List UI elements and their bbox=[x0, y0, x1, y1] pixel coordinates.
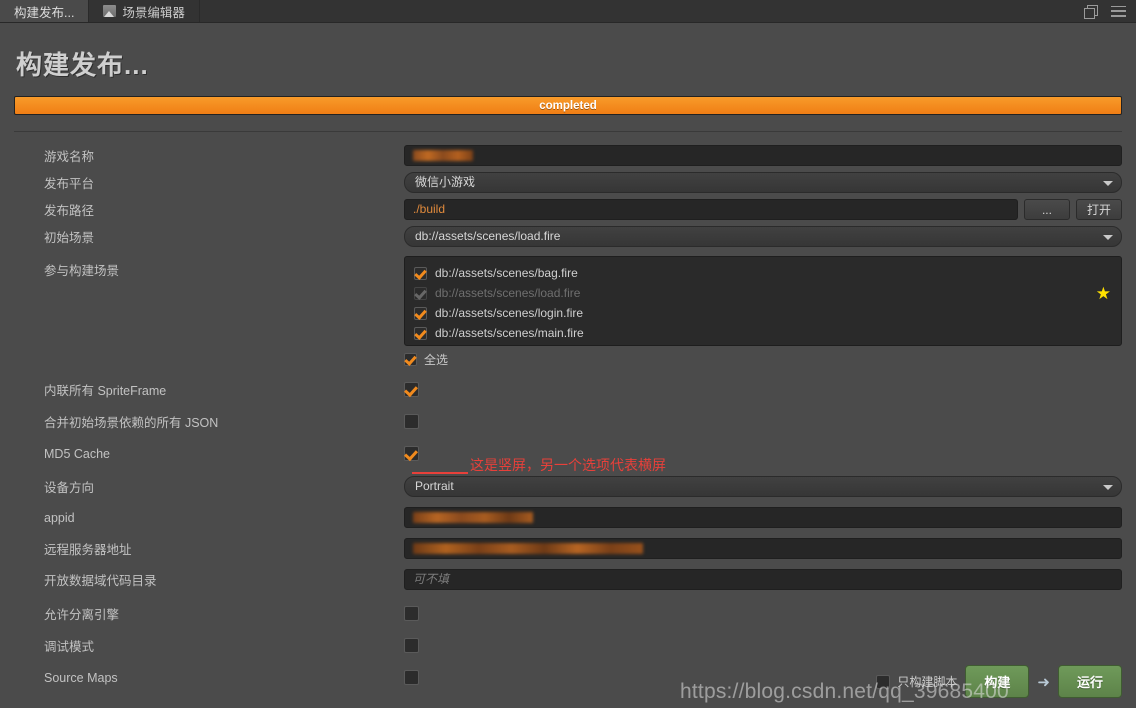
window-controls bbox=[1084, 0, 1136, 22]
select-all-row[interactable]: 全选 bbox=[404, 351, 1122, 368]
list-item[interactable]: db://assets/scenes/main.fire bbox=[405, 323, 1121, 343]
scene-checkbox[interactable] bbox=[414, 266, 427, 280]
initial-scene-value: db://assets/scenes/load.fire bbox=[415, 229, 561, 243]
chevron-down-icon bbox=[1103, 180, 1113, 186]
orientation-select[interactable]: Portrait bbox=[404, 476, 1122, 497]
scene-editor-icon bbox=[103, 5, 117, 17]
row-md5-cache: MD5 Cache bbox=[14, 440, 1122, 467]
row-merge-json: 合并初始场景依赖的所有 JSON bbox=[14, 408, 1122, 435]
game-name-redacted-value bbox=[413, 150, 473, 162]
label-open-data-dir: 开放数据域代码目录 bbox=[44, 574, 157, 588]
inline-spriteframe-checkbox[interactable] bbox=[404, 382, 419, 397]
page-body: 构建发布... completed 游戏名称 发布平台 微信小游戏 发布路径 .… bbox=[0, 23, 1136, 691]
select-all-label: 全选 bbox=[424, 353, 449, 367]
publish-path-input[interactable]: ./build bbox=[404, 199, 1018, 220]
label-remote-server: 远程服务器地址 bbox=[44, 543, 132, 557]
scene-path: db://assets/scenes/load.fire bbox=[435, 286, 581, 300]
only-build-script-row[interactable]: 只构建脚本 bbox=[876, 673, 957, 690]
row-game-name: 游戏名称 bbox=[14, 142, 1122, 169]
label-game-name: 游戏名称 bbox=[44, 150, 95, 164]
row-debug-mode: 调试模式 bbox=[14, 632, 1122, 659]
label-inline-spriteframe: 内联所有 SpriteFrame bbox=[44, 384, 167, 398]
tab-scene-editor-label: 场景编辑器 bbox=[122, 5, 185, 20]
md5-cache-checkbox[interactable] bbox=[404, 446, 419, 461]
open-path-button[interactable]: 打开 bbox=[1075, 199, 1122, 220]
label-build-scenes: 参与构建场景 bbox=[44, 264, 120, 278]
open-data-dir-placeholder: 可不填 bbox=[413, 572, 450, 586]
initial-scene-star-icon: ★ bbox=[1095, 283, 1111, 303]
initial-scene-select[interactable]: db://assets/scenes/load.fire bbox=[404, 226, 1122, 247]
chevron-down-icon bbox=[1103, 484, 1113, 490]
row-remote-server: 远程服务器地址 bbox=[14, 535, 1122, 562]
row-appid: appid bbox=[14, 504, 1122, 531]
row-publish-path: 发布路径 ./build ... 打开 bbox=[14, 196, 1122, 223]
scene-path: db://assets/scenes/login.fire bbox=[435, 306, 584, 320]
tab-scene-editor[interactable]: 场景编辑器 bbox=[89, 0, 200, 22]
page-title: 构建发布... bbox=[16, 50, 149, 80]
row-open-data-dir: 开放数据域代码目录 可不填 bbox=[14, 566, 1122, 593]
section-divider bbox=[14, 131, 1122, 132]
build-progress-label: completed bbox=[539, 99, 597, 112]
scene-checkbox[interactable] bbox=[414, 306, 427, 320]
row-inline-spriteframe: 内联所有 SpriteFrame bbox=[14, 376, 1122, 403]
scene-checkbox[interactable] bbox=[414, 326, 427, 340]
appid-redacted-value bbox=[413, 512, 533, 524]
orientation-value: Portrait bbox=[415, 479, 454, 493]
list-item[interactable]: db://assets/scenes/load.fire ★ bbox=[405, 283, 1121, 303]
separate-engine-checkbox[interactable] bbox=[404, 606, 419, 621]
appid-input[interactable] bbox=[404, 507, 1122, 528]
source-maps-checkbox[interactable] bbox=[404, 670, 419, 685]
label-md5-cache: MD5 Cache bbox=[44, 446, 110, 461]
tab-build-publish[interactable]: 构建发布... bbox=[0, 0, 90, 22]
scene-checkbox[interactable] bbox=[414, 286, 427, 300]
browse-path-button[interactable]: ... bbox=[1023, 199, 1070, 220]
build-scenes-list[interactable]: db://assets/scenes/bag.fire db://assets/… bbox=[404, 256, 1122, 346]
debug-mode-checkbox[interactable] bbox=[404, 638, 419, 653]
platform-select-value: 微信小游戏 bbox=[415, 175, 476, 189]
row-build-scenes: 参与构建场景 db://assets/scenes/bag.fire db://… bbox=[14, 256, 1122, 368]
label-initial-scene: 初始场景 bbox=[44, 231, 95, 245]
list-item[interactable]: db://assets/scenes/bag.fire bbox=[405, 263, 1121, 283]
merge-json-checkbox[interactable] bbox=[404, 414, 419, 429]
tab-build-publish-label: 构建发布... bbox=[14, 5, 75, 20]
arrow-right-icon: ➜ bbox=[1037, 673, 1050, 691]
label-debug-mode: 调试模式 bbox=[44, 640, 95, 654]
only-build-script-label: 只构建脚本 bbox=[897, 675, 958, 689]
select-all-checkbox[interactable] bbox=[404, 353, 417, 366]
remote-server-redacted-value bbox=[413, 543, 643, 555]
chevron-down-icon bbox=[1103, 234, 1113, 240]
build-publish-window: 构建发布... 场景编辑器 构建发布... completed 游戏名称 发布平… bbox=[0, 0, 1136, 708]
scene-path: db://assets/scenes/main.fire bbox=[435, 326, 584, 340]
list-item[interactable]: db://assets/scenes/login.fire bbox=[405, 303, 1121, 323]
row-initial-scene: 初始场景 db://assets/scenes/load.fire bbox=[14, 223, 1122, 250]
row-orientation: 设备方向 Portrait bbox=[14, 473, 1122, 500]
panel-menu-icon[interactable] bbox=[1111, 5, 1126, 17]
row-separate-engine: 允许分离引擎 bbox=[14, 600, 1122, 627]
remote-server-input[interactable] bbox=[404, 538, 1122, 559]
label-appid: appid bbox=[44, 510, 75, 525]
window-tab-bar: 构建发布... 场景编辑器 bbox=[0, 0, 1136, 23]
annotation-underline bbox=[412, 472, 468, 474]
row-platform: 发布平台 微信小游戏 bbox=[14, 169, 1122, 196]
label-merge-json: 合并初始场景依赖的所有 JSON bbox=[44, 416, 219, 430]
scene-path: db://assets/scenes/bag.fire bbox=[435, 266, 578, 280]
footer-actions: 只构建脚本 构建 ➜ 运行 bbox=[876, 665, 1122, 698]
platform-select[interactable]: 微信小游戏 bbox=[404, 172, 1122, 193]
game-name-input[interactable] bbox=[404, 145, 1122, 166]
label-orientation: 设备方向 bbox=[44, 481, 95, 495]
label-source-maps: Source Maps bbox=[44, 670, 118, 685]
open-data-dir-input[interactable]: 可不填 bbox=[404, 569, 1122, 590]
label-publish-path: 发布路径 bbox=[44, 204, 95, 218]
label-separate-engine: 允许分离引擎 bbox=[44, 608, 120, 622]
run-button[interactable]: 运行 bbox=[1057, 665, 1122, 698]
build-button[interactable]: 构建 bbox=[965, 665, 1030, 698]
restore-window-icon[interactable] bbox=[1084, 4, 1098, 19]
build-progress-bar: completed bbox=[14, 96, 1122, 115]
only-build-script-checkbox[interactable] bbox=[876, 674, 891, 689]
label-platform: 发布平台 bbox=[44, 177, 95, 191]
